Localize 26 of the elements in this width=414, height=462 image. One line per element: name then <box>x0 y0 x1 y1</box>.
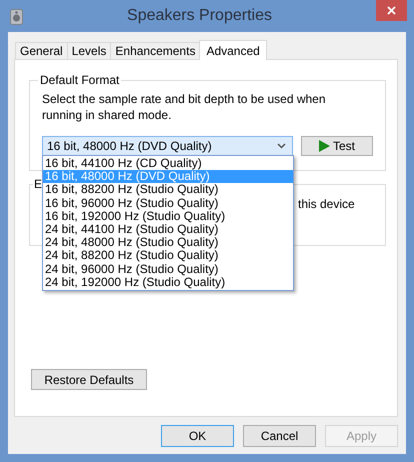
dropdown-option[interactable]: 16 bit, 44100 Hz (CD Quality) <box>43 157 293 170</box>
dropdown-option[interactable]: 16 bit, 192000 Hz (Studio Quality) <box>43 210 293 223</box>
group-label: E <box>33 177 44 191</box>
dropdown-option[interactable]: 24 bit, 88200 Hz (Studio Quality) <box>43 249 293 262</box>
chevron-icon <box>277 143 286 149</box>
dialog-button[interactable]: Cancel <box>243 425 316 447</box>
close-icon <box>387 6 396 15</box>
dropdown-option[interactable]: 24 bit, 44100 Hz (Studio Quality) <box>43 222 293 236</box>
dropdown-option[interactable]: 24 bit, 96000 Hz (Studio Quality) <box>43 262 293 276</box>
dropdown-option[interactable]: 24 bit, 48000 Hz (Studio Quality) <box>43 236 293 250</box>
test-button[interactable]: Test <box>301 136 373 156</box>
dialog-button[interactable]: OK <box>161 425 234 447</box>
option-text: this device <box>298 197 356 211</box>
tab[interactable]: General <box>15 42 68 59</box>
dropdown-option[interactable]: 16 bit, 88200 Hz (Studio Quality) <box>43 183 293 197</box>
dropdown-option[interactable]: 24 bit, 192000 Hz (Studio Quality) <box>43 276 293 289</box>
dropdown-option[interactable]: 16 bit, 96000 Hz (Studio Quality) <box>43 196 293 210</box>
speaker-icon <box>10 9 23 25</box>
description-text: Select the sample rate and bit depth to be used when running in shared mode. <box>42 91 327 123</box>
close-button[interactable] <box>376 0 407 21</box>
format-dropdown[interactable]: 16 bit, 48000 Hz (DVD Quality) <box>42 136 293 156</box>
play-icon <box>318 140 330 152</box>
restore-defaults-button[interactable]: Restore Defaults <box>31 369 147 390</box>
group-label: Default Format <box>39 73 120 87</box>
window-title: Speakers Properties <box>126 7 273 25</box>
tab[interactable]: Advanced <box>199 40 267 60</box>
